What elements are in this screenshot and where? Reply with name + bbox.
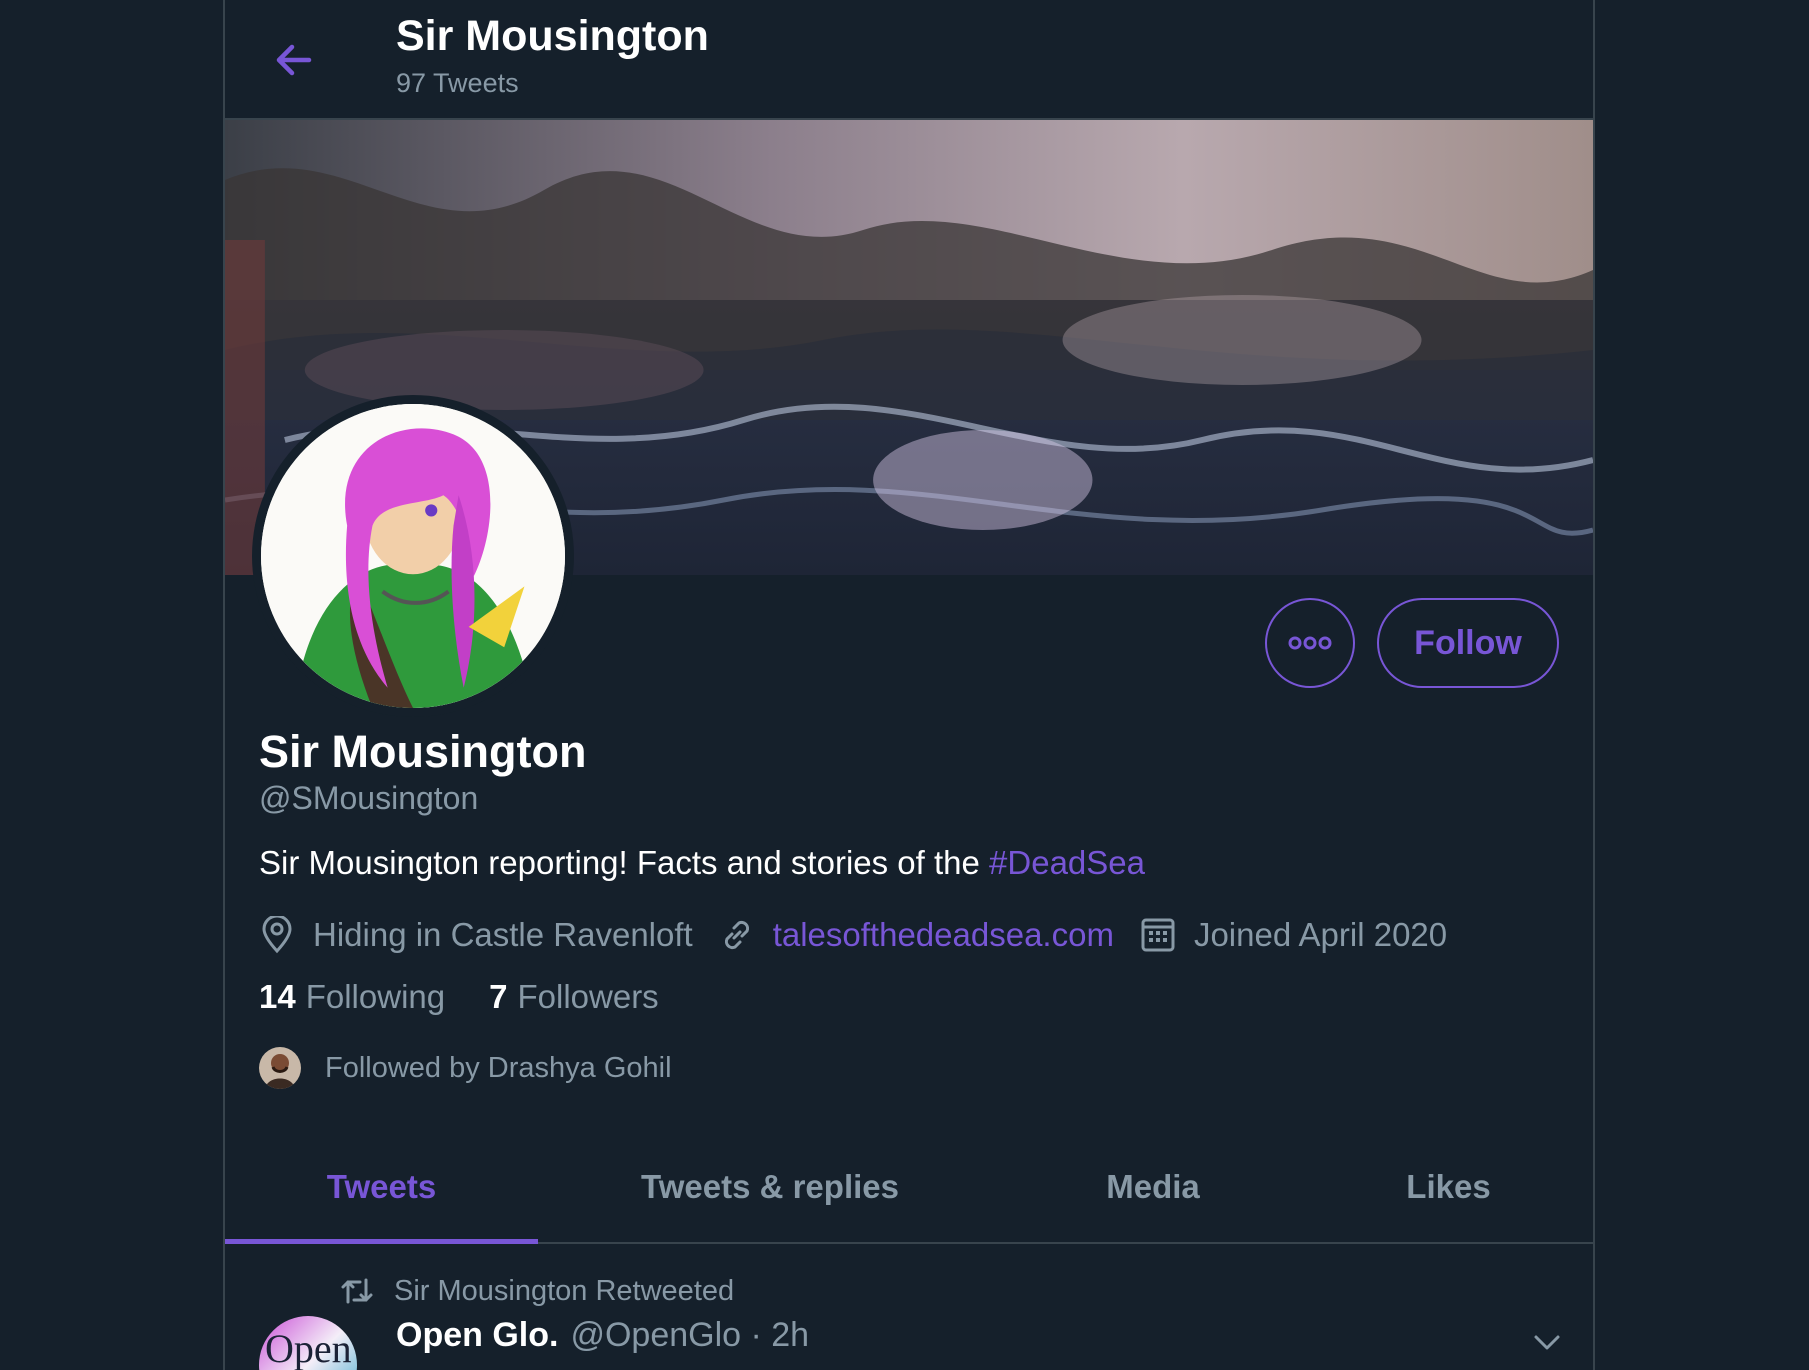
profile-handle: @SMousington (259, 780, 479, 816)
tweet-header: Open Glo. @OpenGlo · 2h (396, 1316, 809, 1355)
location-text: Hiding in Castle Ravenloft (313, 916, 693, 953)
following-link[interactable]: 14 Following (259, 978, 445, 1016)
profile-column: Sir Mousington 97 Tweets Follow Sir Mous… (223, 0, 1595, 1370)
location-pin-icon (259, 915, 295, 955)
tab-tweets-replies[interactable]: Tweets & replies (538, 1132, 1002, 1242)
followed-by[interactable]: Followed by Drashya Gohil (259, 1046, 672, 1090)
joined-text: Joined April 2020 (1193, 916, 1448, 953)
following-label: Following (305, 978, 446, 1015)
more-options-button[interactable] (1265, 598, 1355, 688)
follower-avatar (259, 1047, 301, 1089)
chevron-down-icon (1534, 1335, 1560, 1350)
profile-meta: Hiding in Castle Ravenloft talesofthedea… (259, 910, 1473, 960)
joined-item: Joined April 2020 (1140, 915, 1447, 955)
top-bar: Sir Mousington 97 Tweets (225, 0, 1593, 120)
calendar-icon (1140, 915, 1176, 955)
website-link[interactable]: talesofthedeadsea.com (773, 916, 1114, 954)
followers-link[interactable]: 7 Followers (489, 978, 659, 1016)
follow-button[interactable]: Follow (1377, 598, 1559, 688)
followers-label: Followers (517, 978, 659, 1015)
tweet-author-meta: @OpenGlo · 2h (570, 1316, 810, 1354)
profile-bio: Sir Mousington reporting! Facts and stor… (259, 844, 1145, 882)
profile-tabs: Tweets Tweets & replies Media Likes (225, 1132, 1593, 1244)
follow-stats: 14 Following 7 Followers (259, 978, 703, 1016)
location-item: Hiding in Castle Ravenloft (259, 915, 693, 955)
back-button[interactable] (265, 32, 321, 88)
more-dots-icon (1288, 636, 1332, 650)
followers-count: 7 (489, 978, 508, 1015)
retweet-icon (341, 1278, 373, 1304)
profile-avatar[interactable] (252, 395, 574, 717)
tweet-avatar-text: Open (265, 1326, 352, 1370)
header-tweet-count: 97 Tweets (396, 68, 519, 98)
link-icon (719, 915, 755, 955)
retweet-context: Sir Mousington Retweeted (340, 1272, 734, 1310)
tweet-author-avatar[interactable]: Open (259, 1316, 357, 1370)
website-item: talesofthedeadsea.com (719, 915, 1114, 955)
tweet-author-name[interactable]: Open Glo. (396, 1316, 558, 1354)
arrow-left-icon (276, 44, 312, 76)
tab-media[interactable]: Media (1002, 1132, 1304, 1242)
following-count: 14 (259, 978, 296, 1015)
header-title: Sir Mousington (396, 12, 709, 60)
tab-likes[interactable]: Likes (1304, 1132, 1593, 1242)
retweet-label: Sir Mousington Retweeted (394, 1274, 735, 1307)
followed-by-text: Followed by Drashya Gohil (325, 1051, 672, 1084)
bio-text: Sir Mousington reporting! Facts and stor… (259, 844, 990, 881)
tab-tweets[interactable]: Tweets (225, 1132, 538, 1244)
tweet-menu-button[interactable] (1527, 1322, 1567, 1362)
bio-hashtag-link[interactable]: #DeadSea (989, 844, 1145, 881)
avatar-image (261, 404, 565, 708)
profile-name: Sir Mousington (259, 726, 587, 777)
